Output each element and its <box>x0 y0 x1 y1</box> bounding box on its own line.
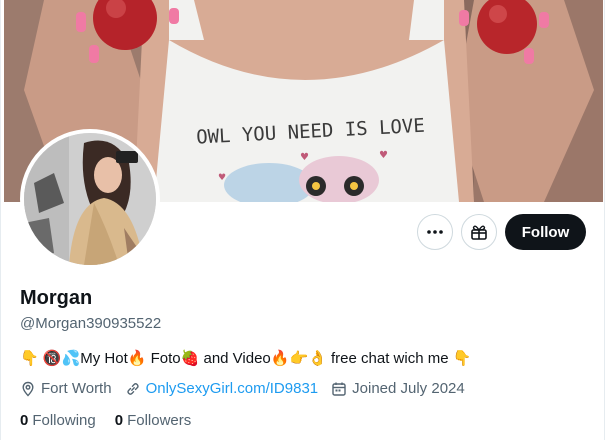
followers-count: 0 <box>114 412 124 429</box>
bio-text: My Hot <box>80 350 128 367</box>
calendar-icon <box>332 382 346 396</box>
avatar[interactable] <box>20 129 160 269</box>
website-item[interactable]: OnlySexyGirl.com/ID9831 <box>125 380 319 397</box>
more-icon <box>427 230 443 234</box>
following-link[interactable]: 0 Following <box>20 412 96 429</box>
profile-meta: Fort Worth OnlySexyGirl.com/ID9831 Joine… <box>20 380 478 397</box>
bio-text: and Video <box>199 350 271 367</box>
location-text: Fort Worth <box>41 380 112 397</box>
avatar-photo <box>24 133 156 265</box>
gift-icon <box>471 225 487 240</box>
profile-bio: 👇 🔞💦My Hot🔥 Foto🍓 and Video🔥 👉👌 free cha… <box>20 349 471 367</box>
bio-emoji: 🔞 <box>42 349 62 367</box>
followers-label: Followers <box>127 412 192 429</box>
profile-frame: OWL YOU NEED IS LOVE ♥ ♥ ♥ Follow Morgan… <box>0 0 605 440</box>
location-pin-icon <box>22 381 34 397</box>
bio-emoji: 🔥 <box>270 349 290 367</box>
display-name: Morgan <box>20 287 93 309</box>
bio-emoji: 👇 <box>452 349 472 367</box>
bio-emoji: 👌 <box>308 349 327 367</box>
bio-emoji: 💦 <box>61 349 81 367</box>
bio-emoji: 🔥 <box>127 349 147 367</box>
gift-button[interactable] <box>461 214 497 250</box>
profile-handle: @Morgan390935522 <box>20 315 162 332</box>
location-item: Fort Worth <box>20 380 112 397</box>
joined-item: Joined July 2024 <box>331 380 465 397</box>
svg-text:♥: ♥ <box>218 173 226 183</box>
followers-link[interactable]: 0 Followers <box>115 412 192 429</box>
bio-emoji: 👇 <box>20 349 39 367</box>
bio-text: Foto <box>146 350 181 367</box>
following-label: Following <box>32 412 96 429</box>
following-count: 0 <box>20 412 29 429</box>
bio-text: free chat wich me <box>326 350 453 367</box>
follow-stats: 0 Following 0 Followers <box>20 412 210 429</box>
more-button[interactable] <box>417 214 453 250</box>
website-link[interactable]: OnlySexyGirl.com/ID9831 <box>146 380 319 397</box>
bio-emoji: 👉 <box>289 349 309 367</box>
bio-emoji: 🍓 <box>180 349 200 367</box>
joined-text: Joined July 2024 <box>352 380 465 397</box>
svg-text:♥: ♥ <box>379 150 388 161</box>
svg-text:♥: ♥ <box>300 152 309 163</box>
follow-button[interactable]: Follow <box>505 214 586 250</box>
link-icon <box>126 382 139 395</box>
